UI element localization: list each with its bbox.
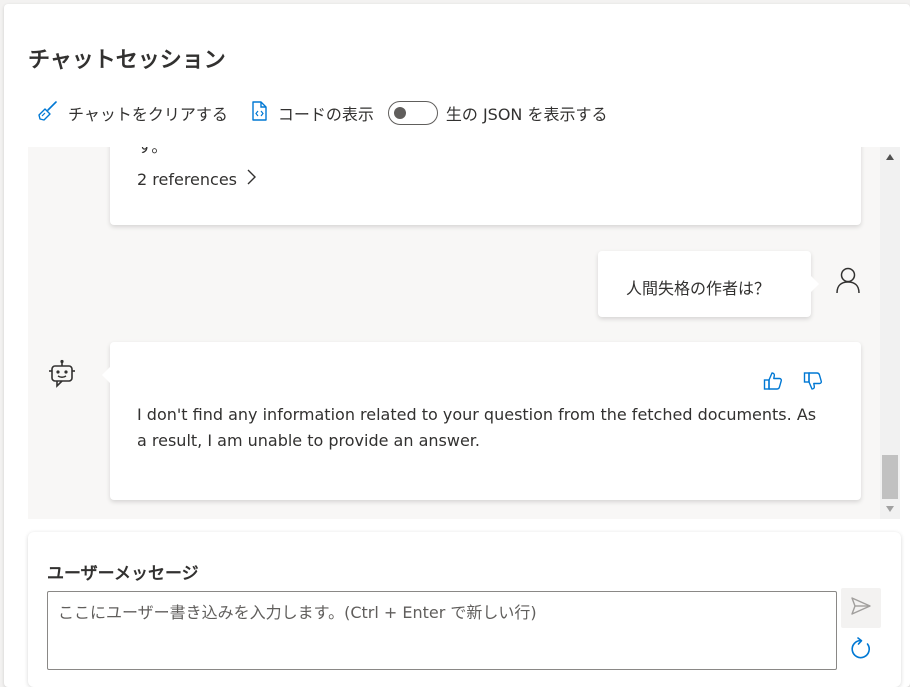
references-link[interactable]: 2 references [137,168,257,190]
user-message-input[interactable] [47,591,837,670]
page-title: チャットセッション [28,48,226,73]
user-message: 人間失格の作者は？ [598,251,819,317]
scroll-up-arrow-icon[interactable] [886,154,894,160]
chat-history: す。 2 references 人間失格の作者は？ [28,147,880,519]
raw-json-toggle[interactable] [387,101,438,125]
clear-chat-label: チャットをクリアする [68,105,228,124]
scroll-down-arrow-icon[interactable] [886,506,894,512]
person-icon [834,265,862,299]
clear-chat-button[interactable]: チャットをクリアする [36,99,228,127]
toggle-knob [393,107,406,119]
previous-assistant-message: す。 2 references [110,147,861,225]
show-code-button[interactable]: コードの表示 [248,99,374,127]
user-message-panel: ユーザーメッセージ [28,532,901,687]
assistant-message: I don't find any information related to … [102,342,861,500]
thumbs-up-icon[interactable] [762,370,784,396]
user-message-label: ユーザーメッセージ [47,564,199,584]
truncated-text: す。 [137,147,167,157]
references-label: 2 references [137,169,237,189]
chat-scrollbar[interactable] [880,147,900,519]
bot-icon [48,359,76,393]
assistant-message-text: I don't find any information related to … [137,405,817,450]
send-icon [850,596,872,620]
thumbs-down-icon[interactable] [802,370,824,396]
toolbar: チャットをクリアする コードの表示 生の JSON を表示する [36,100,607,126]
feedback-buttons [762,370,842,396]
show-code-label: コードの表示 [277,105,374,124]
refresh-button[interactable] [847,636,873,662]
send-button[interactable] [841,588,881,628]
raw-json-label: 生の JSON を表示する [445,105,608,124]
code-file-icon [248,99,278,127]
scroll-thumb[interactable] [882,455,898,499]
broom-icon [36,99,68,127]
user-message-text: 人間失格の作者は？ [626,279,771,298]
refresh-icon [847,637,873,666]
chevron-right-icon [237,168,257,190]
